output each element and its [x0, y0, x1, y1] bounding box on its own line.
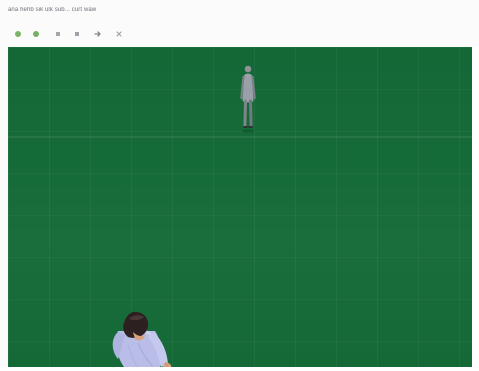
small-square-icon[interactable]: [73, 30, 81, 38]
green-dot-icon[interactable]: [14, 30, 22, 38]
small-square-icon[interactable]: [54, 30, 62, 38]
window-bottom-edge: [0, 367, 479, 371]
simulation-viewport-frame: [8, 47, 472, 367]
arrow-icon[interactable]: [94, 30, 102, 38]
menu-bar: ana hehb sik ulk sub... curt waw: [0, 0, 479, 22]
simulation-window: ana hehb sik ulk sub... curt waw: [0, 0, 479, 371]
toolbar: [0, 22, 479, 44]
menu-items[interactable]: ana hehb sik ulk sub... curt waw: [8, 7, 96, 13]
green-dot-icon[interactable]: [32, 30, 40, 38]
simulation-viewport[interactable]: [8, 47, 472, 367]
foreground-person[interactable]: [100, 289, 180, 367]
close-icon[interactable]: [115, 30, 123, 38]
window-right-edge: [472, 47, 479, 371]
background-person[interactable]: [236, 63, 260, 135]
